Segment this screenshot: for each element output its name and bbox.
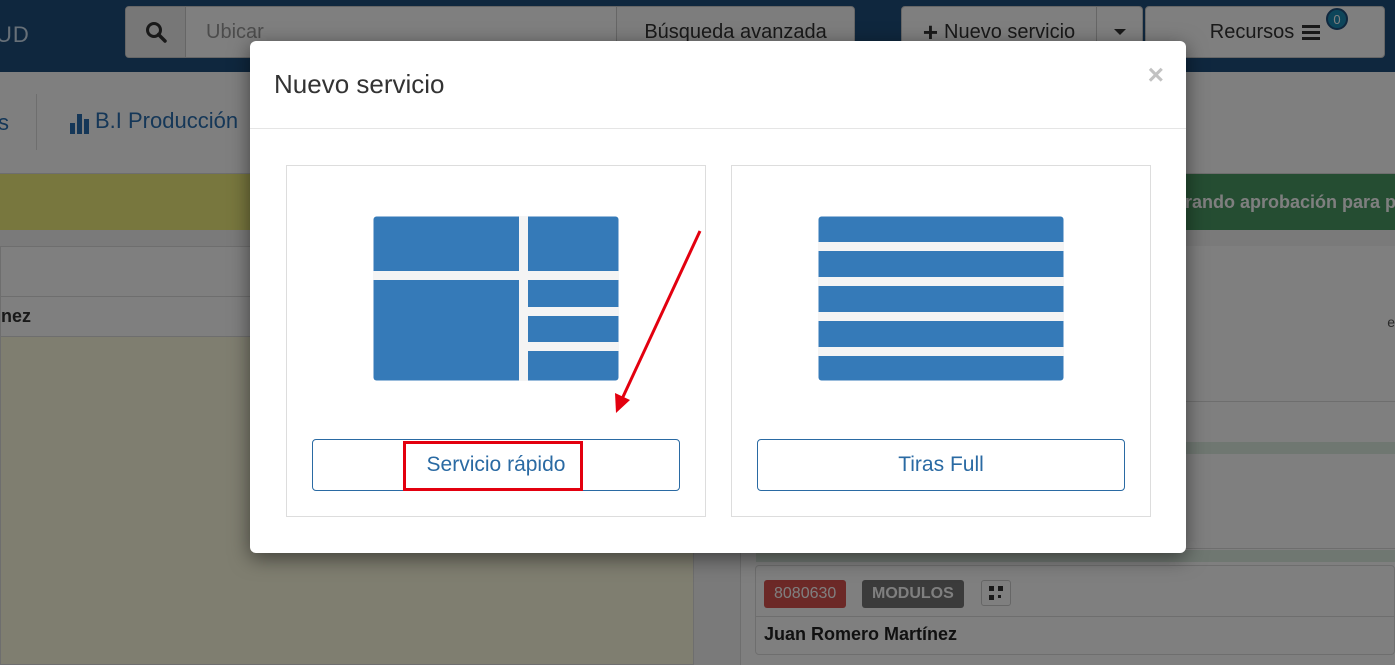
full-strips-button[interactable]: Tiras Full (757, 439, 1125, 491)
split-layout-icon (373, 216, 619, 381)
modal-header: Nuevo servicio × (250, 41, 1186, 129)
close-icon[interactable]: × (1148, 61, 1164, 89)
option-full-strips[interactable]: Tiras Full (731, 165, 1151, 517)
modal-title: Nuevo servicio (274, 69, 445, 99)
strips-layout-icon (818, 216, 1064, 381)
option-quick-service[interactable]: Servicio rápido (286, 165, 706, 517)
quick-service-button[interactable]: Servicio rápido (312, 439, 680, 491)
new-service-modal: Nuevo servicio × Servicio rápido Tiras F… (250, 41, 1186, 553)
